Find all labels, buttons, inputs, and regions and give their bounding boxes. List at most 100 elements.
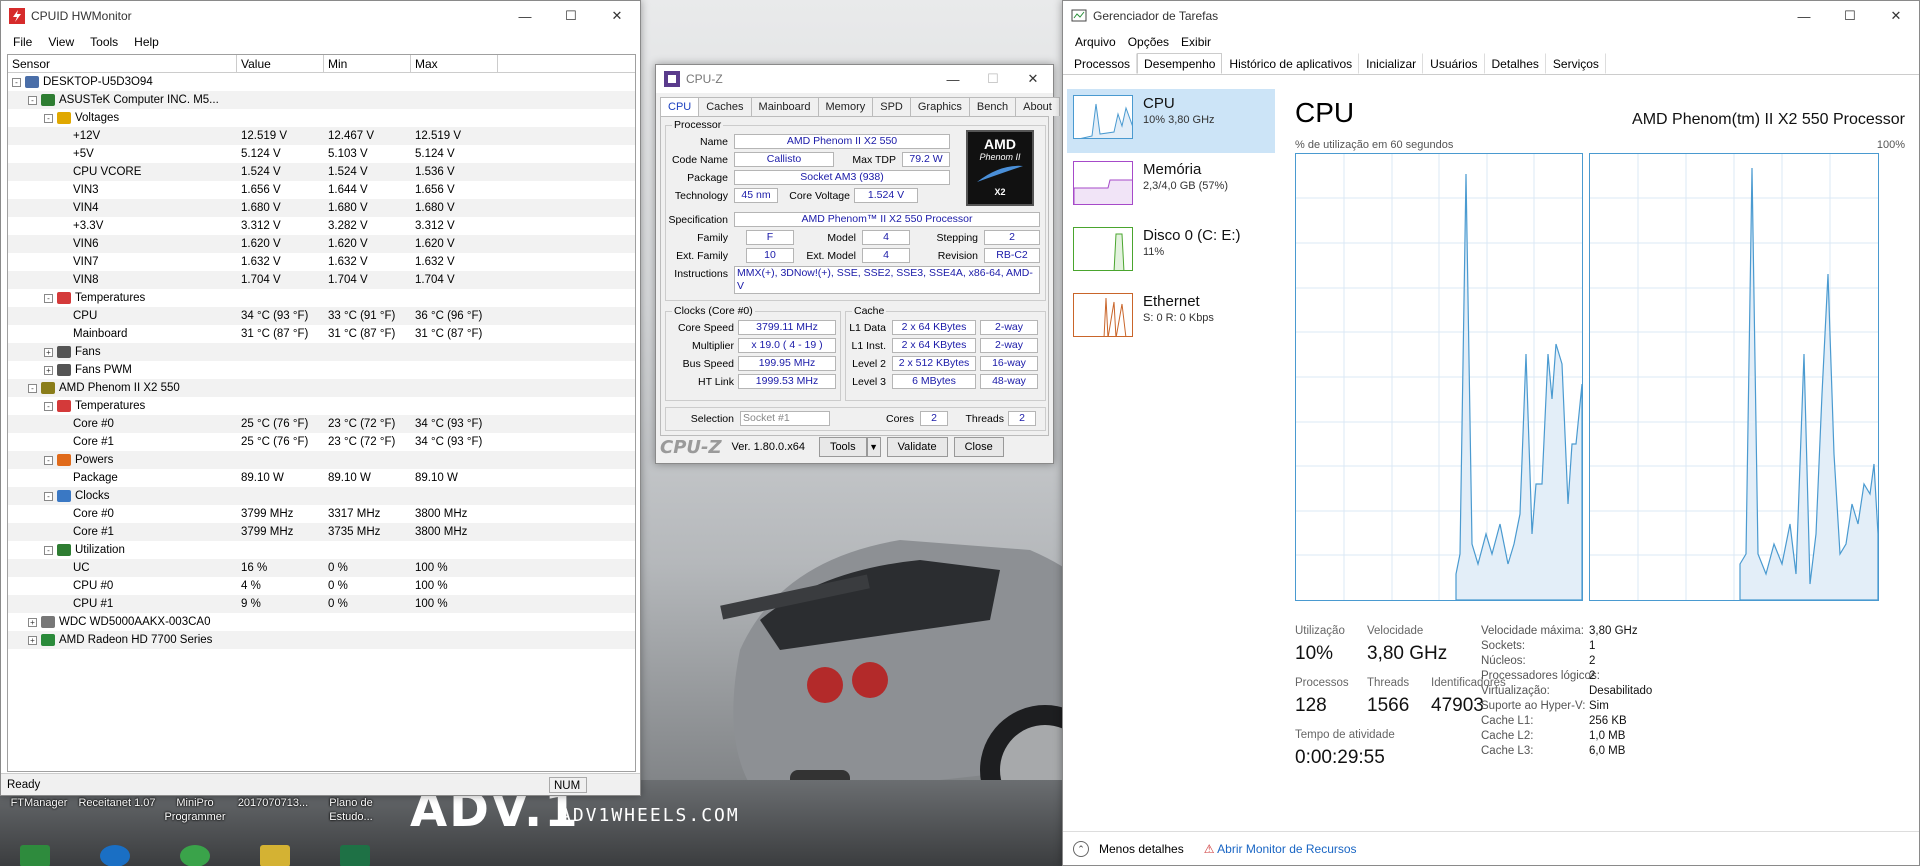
sensor-row[interactable]: Core #1 3799 MHz 3735 MHz 3800 MHz: [8, 523, 635, 541]
menu-view[interactable]: View: [40, 35, 82, 49]
collapse-icon[interactable]: -: [44, 455, 53, 465]
tab-mainboard[interactable]: Mainboard: [750, 97, 819, 116]
excel-icon[interactable]: [340, 845, 370, 866]
sensor-row[interactable]: Core #1 25 °C (76 °F) 23 °C (72 °F) 34 °C (…: [8, 433, 635, 451]
maximize-button[interactable]: ☐: [548, 1, 594, 31]
tab-detalhes[interactable]: Detalhes: [1485, 53, 1546, 74]
sensor-row[interactable]: - Powers: [8, 451, 635, 469]
maximize-button[interactable]: ☐: [1827, 1, 1873, 31]
hwmonitor-titlebar[interactable]: CPUID HWMonitor — ☐ ✕: [1, 1, 640, 31]
expand-icon[interactable]: +: [44, 365, 53, 375]
chevron-up-icon[interactable]: ⌃: [1073, 840, 1089, 857]
desktop-icon-plano[interactable]: Plano de Estudo...: [312, 796, 390, 824]
sensor-row[interactable]: - Temperatures: [8, 289, 635, 307]
cpuz-titlebar[interactable]: CPU-Z — ☐ ✕: [656, 65, 1053, 93]
sensor-row[interactable]: Package 89.10 W 89.10 W 89.10 W: [8, 469, 635, 487]
sensor-row[interactable]: + WDC WD5000AAKX-003CA0: [8, 613, 635, 631]
desktop-icon-file[interactable]: 2017070713...: [234, 796, 312, 824]
sensor-row[interactable]: UC 16 % 0 % 100 %: [8, 559, 635, 577]
collapse-icon[interactable]: -: [44, 491, 53, 501]
sensor-row[interactable]: - Temperatures: [8, 397, 635, 415]
sensor-row[interactable]: + Fans PWM: [8, 361, 635, 379]
tab-bench[interactable]: Bench: [968, 97, 1017, 116]
resource-monitor-link[interactable]: ⚠ Abrir Monitor de Recursos: [1204, 842, 1357, 856]
close-button[interactable]: ✕: [1873, 1, 1919, 31]
collapse-icon[interactable]: -: [44, 113, 53, 123]
minimize-button[interactable]: —: [502, 1, 548, 31]
sensor-row[interactable]: +12V 12.519 V 12.467 V 12.519 V: [8, 127, 635, 145]
collapse-icon[interactable]: -: [44, 545, 53, 555]
tab-historico[interactable]: Histórico de aplicativos: [1222, 53, 1360, 74]
sensor-row[interactable]: - Voltages: [8, 109, 635, 127]
collapse-icon[interactable]: -: [28, 383, 37, 393]
sensor-row[interactable]: +3.3V 3.312 V 3.282 V 3.312 V: [8, 217, 635, 235]
sensor-row[interactable]: - ASUSTeK Computer INC. M5...: [8, 91, 635, 109]
tab-memory[interactable]: Memory: [817, 97, 874, 116]
close-button[interactable]: ✕: [1013, 64, 1053, 94]
menu-exibir[interactable]: Exibir: [1175, 35, 1217, 49]
sensor-tree[interactable]: Sensor Value Min Max - DESKTOP-U5D3O94- AS…: [7, 54, 636, 772]
column-max[interactable]: Max: [411, 55, 498, 72]
sensor-row[interactable]: VIN4 1.680 V 1.680 V 1.680 V: [8, 199, 635, 217]
close-app-button[interactable]: Close: [953, 437, 1004, 457]
tab-inicializar[interactable]: Inicializar: [1359, 53, 1424, 74]
sensor-row[interactable]: - Clocks: [8, 487, 635, 505]
menu-tools[interactable]: Tools: [82, 35, 126, 49]
tab-servicos[interactable]: Serviços: [1546, 53, 1606, 74]
desktop-icon-minipro[interactable]: MiniPro Programmer: [156, 796, 234, 824]
resource-disk[interactable]: Disco 0 (C: E:) 11%: [1067, 221, 1275, 285]
tab-graphics[interactable]: Graphics: [909, 97, 970, 116]
minimize-button[interactable]: —: [1781, 1, 1827, 31]
sensor-row[interactable]: VIN8 1.704 V 1.704 V 1.704 V: [8, 271, 635, 289]
column-sensor[interactable]: Sensor: [8, 55, 237, 72]
teamviewer-icon[interactable]: [100, 845, 130, 866]
sensor-row[interactable]: CPU 34 °C (93 °F) 33 °C (91 °F) 36 °C (96 °…: [8, 307, 635, 325]
sensor-row[interactable]: +5V 5.124 V 5.103 V 5.124 V: [8, 145, 635, 163]
tab-caches[interactable]: Caches: [698, 97, 752, 116]
collapse-icon[interactable]: -: [28, 95, 37, 105]
column-value[interactable]: Value: [237, 55, 324, 72]
collapse-icon[interactable]: -: [44, 293, 53, 303]
sensor-row[interactable]: - Utilization: [8, 541, 635, 559]
column-min[interactable]: Min: [324, 55, 411, 72]
close-button[interactable]: ✕: [594, 1, 640, 31]
sensor-row[interactable]: VIN3 1.656 V 1.644 V 1.656 V: [8, 181, 635, 199]
expand-icon[interactable]: +: [28, 617, 37, 627]
tab-cpu[interactable]: CPU: [660, 97, 700, 116]
resource-ethernet[interactable]: Ethernet S: 0 R: 0 Kbps: [1067, 287, 1275, 351]
tools-button[interactable]: Tools: [818, 437, 867, 457]
menu-help[interactable]: Help: [126, 35, 167, 49]
sensor-row[interactable]: - AMD Phenom II X2 550: [8, 379, 635, 397]
tab-usuarios[interactable]: Usuários: [1423, 53, 1485, 74]
taskmanager-titlebar[interactable]: Gerenciador de Tarefas — ☐ ✕: [1063, 1, 1919, 31]
less-details-link[interactable]: Menos detalhes: [1099, 842, 1184, 856]
validate-button[interactable]: Validate: [886, 437, 948, 457]
menu-arquivo[interactable]: Arquivo: [1069, 35, 1122, 49]
collapse-icon[interactable]: -: [12, 77, 21, 87]
sensor-row[interactable]: + AMD Radeon HD 7700 Series: [8, 631, 635, 649]
sensor-row[interactable]: Core #0 25 °C (76 °F) 23 °C (72 °F) 34 °C (…: [8, 415, 635, 433]
tab-about[interactable]: About: [1015, 97, 1060, 116]
tools-dropdown-icon[interactable]: ▼: [866, 437, 881, 457]
tab-desempenho[interactable]: Desempenho: [1137, 53, 1223, 74]
tab-spd[interactable]: SPD: [872, 97, 911, 116]
sensor-row[interactable]: + Fans: [8, 343, 635, 361]
expand-icon[interactable]: +: [44, 347, 53, 357]
app-icon[interactable]: [20, 845, 50, 866]
resource-memory[interactable]: Memória 2,3/4,0 GB (57%): [1067, 155, 1275, 219]
maximize-button[interactable]: ☐: [973, 64, 1013, 94]
menu-opcoes[interactable]: Opções: [1122, 35, 1175, 49]
desktop-icon-receitanet[interactable]: Receitanet 1.07: [78, 796, 156, 824]
sensor-row[interactable]: CPU VCORE 1.524 V 1.524 V 1.536 V: [8, 163, 635, 181]
globe-icon[interactable]: [180, 845, 210, 866]
sensor-row[interactable]: VIN6 1.620 V 1.620 V 1.620 V: [8, 235, 635, 253]
sensor-row[interactable]: - DESKTOP-U5D3O94: [8, 73, 635, 91]
collapse-icon[interactable]: -: [44, 401, 53, 411]
sensor-row[interactable]: CPU #1 9 % 0 % 100 %: [8, 595, 635, 613]
selection-dropdown[interactable]: Socket #1: [740, 411, 830, 426]
archive-icon[interactable]: [260, 845, 290, 866]
sensor-row[interactable]: Mainboard 31 °C (87 °F) 31 °C (87 °F) 31 °C…: [8, 325, 635, 343]
sensor-row[interactable]: VIN7 1.632 V 1.632 V 1.632 V: [8, 253, 635, 271]
expand-icon[interactable]: +: [28, 635, 37, 645]
desktop-icon-ftmanager[interactable]: FTManager: [0, 796, 78, 824]
